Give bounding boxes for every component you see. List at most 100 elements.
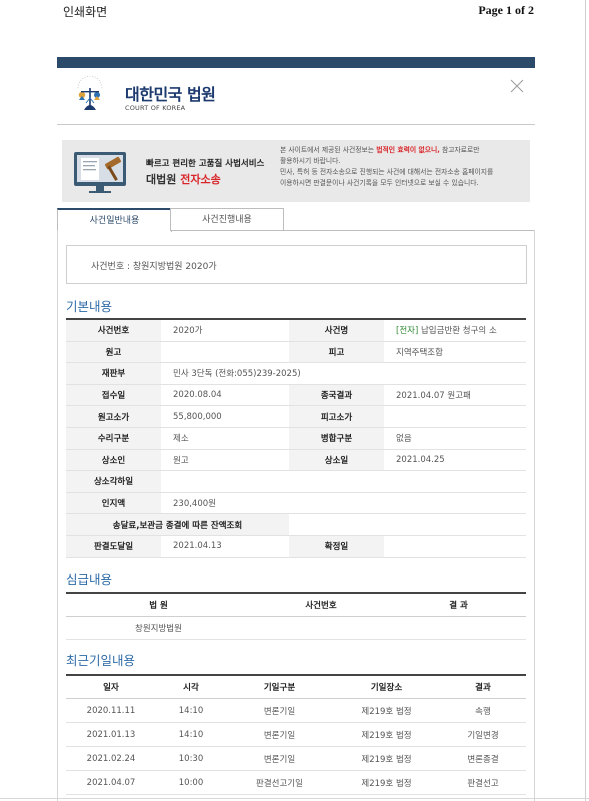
table-row: 2021.01.13 14:10 변론기일 제219호 법정 기일변경: [66, 722, 526, 747]
section-title-basic: 기본내용: [66, 299, 113, 314]
field-label: 피고소가: [289, 405, 384, 428]
table-cell: 10:00: [156, 770, 226, 795]
table-cell: 기일변경: [440, 722, 526, 747]
court-name-english: COURT OF KOREA: [125, 104, 186, 112]
field-label: 수리구분: [66, 427, 161, 450]
e-litigation-banner[interactable]: 빠르고 편리한 고품질 사법서비스 대법원 전자소송 본 사이트에서 제공된 사…: [62, 140, 530, 202]
section-title-recent: 최근기일내용: [66, 653, 136, 668]
tab-case-progress[interactable]: 사건진행내용: [170, 208, 284, 231]
column-header: 기일장소: [333, 675, 440, 699]
confirmed-date-value: [384, 535, 526, 558]
division-value: 민사 3단독 (전화:055)239-2025): [161, 362, 526, 385]
table-cell: 변론종결: [440, 746, 526, 771]
table-cell: 2021.01.13: [66, 722, 156, 747]
table-row: 창원지방법원: [66, 616, 526, 640]
table-row: 재판부 민사 3단독 (전화:055)239-2025): [66, 362, 526, 385]
case-number-value: 2020가: [161, 319, 289, 342]
case-number-label: 사건번호 : 창원지방법원 2020가: [91, 262, 217, 272]
table-cell: 14:10: [156, 698, 226, 723]
section-title-trial: 심급내용: [66, 572, 113, 587]
court-header: 대한민국 법원 COURT OF KOREA: [57, 68, 535, 125]
field-label: 병합구분: [289, 427, 384, 450]
deposit-balance-link[interactable]: 송달료,보관금 종결에 따른 잔액조회: [66, 513, 289, 536]
stamp-fee-value: 230,400원: [161, 492, 526, 515]
field-label: 상소인: [66, 449, 161, 472]
table-cell: 창원지방법원: [66, 616, 251, 640]
table-header-row: 일자 시각 기일구분 기일장소 결과: [66, 675, 526, 699]
field-label: 인지액: [66, 492, 161, 515]
received-date-value: 2020.08.04: [161, 384, 289, 407]
table-cell: 변론기일: [226, 746, 333, 771]
e-filing-tag: [전자]: [396, 326, 419, 337]
appellant-value: 원고: [161, 449, 289, 472]
panel-border-right: [534, 230, 535, 801]
tab-underline: [282, 230, 535, 231]
table-cell: 10:30: [156, 746, 226, 771]
table-row: 상소인 원고 상소일 2021.04.25: [66, 449, 526, 472]
table-row: 송달료,보관금 종결에 따른 잔액조회: [66, 513, 526, 536]
court-name-korean: 대한민국 법원: [125, 85, 216, 104]
column-header: 사건번호: [251, 593, 391, 617]
recent-hearings-table: 일자 시각 기일구분 기일장소 결과 2020.11.11 14:10 변론기일 제2…: [66, 674, 526, 795]
field-label: 사건명: [289, 319, 384, 342]
column-header: 결 과: [391, 593, 526, 617]
table-cell: [391, 616, 526, 640]
table-cell: 판결선고: [440, 770, 526, 795]
column-header: 법 원: [66, 593, 251, 617]
case-name-value: [전자] 납입금반환 청구의 소: [384, 319, 526, 342]
banner-slogan: 빠르고 편리한 고품질 사법서비스: [146, 159, 265, 169]
table-cell: 14:10: [156, 722, 226, 747]
field-label: 종국결과: [289, 384, 384, 407]
panel-border-left: [57, 230, 58, 801]
column-header: 일자: [66, 675, 156, 699]
merge-type-value: 없음: [384, 427, 526, 450]
table-cell: 변론기일: [226, 698, 333, 723]
plaintiff-value: [161, 341, 289, 364]
appeal-date-value: 2021.04.25: [384, 449, 526, 472]
table-cell: 제219호 법정: [333, 770, 440, 795]
monitor-gavel-icon: [72, 146, 132, 196]
table-header-row: 법 원 사건번호 결 과: [66, 593, 526, 617]
table-row: 2021.02.24 10:30 변론기일 제219호 법정 변론종결: [66, 746, 526, 771]
column-header: 기일구분: [226, 675, 333, 699]
field-label: 확정일: [289, 535, 384, 558]
court-emblem-icon: [73, 75, 107, 114]
appeal-dismiss-value: [161, 470, 526, 493]
table-cell: 제219호 법정: [333, 698, 440, 723]
table-cell: 제219호 법정: [333, 722, 440, 747]
table-row: 인지액 230,400원: [66, 492, 526, 515]
table-row: 원고소가 55,800,000 피고소가: [66, 405, 526, 428]
table-cell: 2021.02.24: [66, 746, 156, 771]
table-cell: [251, 616, 391, 640]
table-row: 수리구분 제소 병합구분 없음: [66, 427, 526, 450]
basic-info-table: 사건번호 2020가 사건명 [전자] 납입금반환 청구의 소 원고 피고 지역…: [66, 318, 526, 558]
field-label: 원고: [66, 341, 161, 364]
field-label: 판결도달일: [66, 535, 161, 558]
defendant-claim-value: [384, 405, 526, 428]
field-label: 상소일: [289, 449, 384, 472]
judgment-delivery-value: 2021.04.13: [161, 535, 289, 558]
table-row: 상소각하일: [66, 470, 526, 493]
defendant-value: 지역주택조합: [384, 341, 526, 364]
table-cell: 변론기일: [226, 722, 333, 747]
field-label: 접수일: [66, 384, 161, 407]
tab-case-general[interactable]: 사건일반내용: [57, 208, 172, 232]
print-header-title: 인쇄화면: [63, 5, 108, 19]
case-number-box: 사건번호 : 창원지방법원 2020가: [66, 245, 527, 284]
top-color-bar: [57, 57, 535, 68]
close-icon[interactable]: [509, 78, 525, 94]
receipt-type-value: 제소: [161, 427, 289, 450]
page-edge-bottom: [0, 798, 589, 799]
banner-title: 대법원 전자소송: [146, 173, 221, 186]
column-header: 시각: [156, 675, 226, 699]
page-edge-right: [585, 0, 586, 801]
field-label: 원고소가: [66, 405, 161, 428]
field-label: 재판부: [66, 362, 161, 385]
table-row: 판결도달일 2021.04.13 확정일: [66, 535, 526, 558]
field-label: 피고: [289, 341, 384, 364]
table-cell: 2020.11.11: [66, 698, 156, 723]
table-row: 2021.04.07 10:00 판결선고기일 제219호 법정 판결선고: [66, 770, 526, 795]
field-label: 상소각하일: [66, 470, 161, 493]
field-label: 사건번호: [66, 319, 161, 342]
trial-level-table: 법 원 사건번호 결 과 창원지방법원: [66, 592, 526, 640]
